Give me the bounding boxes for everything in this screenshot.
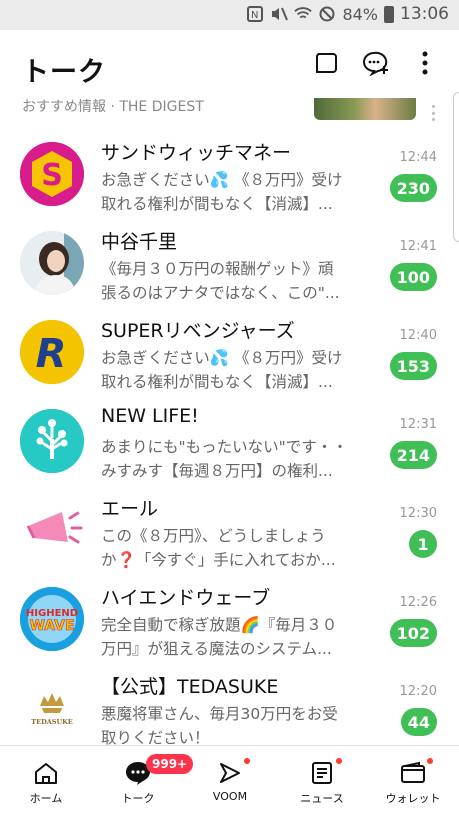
clock: 13:06 bbox=[400, 4, 449, 24]
bottom-tab-bar: ホーム トーク 999+ VOOM ニュース ウォレット bbox=[0, 745, 459, 816]
chat-row[interactable]: エール この《８万円》、どうしましょう か❓「今すぐ」手に入れておか... 12… bbox=[0, 486, 459, 575]
tab-wallet[interactable]: ウォレット bbox=[367, 746, 459, 816]
nfc-icon: N bbox=[246, 5, 264, 23]
chat-time: 12:30 bbox=[399, 506, 437, 521]
status-bar: N 84% 13:06 bbox=[0, 0, 459, 30]
tab-label: トーク bbox=[121, 792, 155, 805]
chat-row[interactable]: S サンドウィッチマネー お急ぎください💦 《８万円》受け 取れる権利が間もなく… bbox=[0, 130, 459, 219]
chat-row[interactable]: TEDASUKE 【公式】TEDASUKE 悪魔将軍さん、毎月30万円をお受 取… bbox=[0, 664, 459, 753]
chat-preview: この《８万円》、どうしましょう か❓「今すぐ」手に入れておか... bbox=[101, 527, 336, 569]
unread-badge: 102 bbox=[389, 619, 437, 647]
tab-home[interactable]: ホーム bbox=[0, 746, 92, 816]
unread-badge: 100 bbox=[389, 263, 437, 291]
tab-voom[interactable]: VOOM bbox=[184, 746, 276, 816]
digest-label[interactable]: おすすめ情報 · THE DIGEST bbox=[22, 96, 204, 116]
wifi-icon bbox=[294, 5, 313, 23]
avatar-text: WAVE bbox=[29, 618, 74, 634]
chat-name: 【公式】TEDASUKE bbox=[101, 676, 279, 698]
chat-name: エール bbox=[101, 498, 159, 520]
mute-icon bbox=[270, 5, 289, 23]
digest-more-icon[interactable] bbox=[428, 105, 438, 121]
digest-thumbnail[interactable] bbox=[314, 98, 416, 120]
header: トーク bbox=[0, 30, 459, 100]
tab-label: VOOM bbox=[212, 790, 248, 803]
chat-time: 12:44 bbox=[399, 150, 437, 165]
more-options-button[interactable] bbox=[410, 50, 440, 80]
chat-row[interactable]: R SUPERリベンジャーズ お急ぎください💦 《８万円》受け 取れる権利が間も… bbox=[0, 308, 459, 397]
tab-label: ニュース bbox=[300, 792, 344, 805]
tab-news[interactable]: ニュース bbox=[276, 746, 368, 816]
open-chat-button[interactable] bbox=[311, 50, 341, 80]
avatar-letter: R bbox=[36, 331, 67, 377]
chat-preview: あまりにも"もったいない"です・・ みすみす【毎週８万円】の権利... bbox=[101, 438, 348, 480]
avatar-letter: S bbox=[41, 158, 63, 193]
chat-name: NEW LIFE! bbox=[101, 405, 199, 427]
chat-row[interactable]: HIGHEND WAVE ハイエンドウェーブ 完全自動で稼ぎ放題🌈『毎月３０ 万… bbox=[0, 575, 459, 664]
avatar: HIGHEND WAVE bbox=[20, 587, 84, 651]
chat-row[interactable]: 中谷千里 《毎月３０万円の報酬ゲット》頑 張るのはアナタではなく、この"... … bbox=[0, 219, 459, 308]
home-icon bbox=[32, 760, 60, 786]
new-chat-icon bbox=[362, 50, 390, 80]
chat-name: ハイエンドウェーブ bbox=[101, 587, 271, 609]
kebab-menu-icon bbox=[422, 51, 428, 79]
unread-badge: 153 bbox=[389, 352, 437, 380]
new-dot bbox=[427, 758, 433, 764]
voom-icon bbox=[216, 758, 250, 786]
chat-time: 12:20 bbox=[399, 684, 437, 699]
avatar: TEDASUKE bbox=[20, 676, 84, 740]
tab-talk[interactable]: トーク 999+ bbox=[92, 746, 194, 816]
battery-icon bbox=[384, 5, 394, 23]
chat-preview: お急ぎください💦 《８万円》受け 取れる権利が間もなく【消滅】... bbox=[101, 171, 343, 213]
battery-percent: 84% bbox=[342, 4, 378, 24]
avatar bbox=[20, 409, 84, 473]
chat-time: 12:31 bbox=[399, 417, 437, 432]
page-title: トーク bbox=[22, 57, 106, 88]
unread-badge: 1 bbox=[409, 530, 437, 558]
chat-name: SUPERリベンジャーズ bbox=[101, 320, 295, 342]
new-dot bbox=[336, 758, 342, 764]
svg-text:N: N bbox=[251, 10, 258, 21]
unread-badge: 230 bbox=[389, 174, 437, 202]
chat-time: 12:41 bbox=[399, 239, 437, 254]
chat-preview: 完全自動で稼ぎ放題🌈『毎月３０ 万円』が狙える魔法のシステム... bbox=[101, 616, 338, 658]
avatar-text: TEDASUKE bbox=[31, 718, 72, 726]
avatar bbox=[20, 231, 84, 295]
avatar: R bbox=[20, 320, 84, 384]
avatar bbox=[20, 498, 84, 562]
chat-name: サンドウィッチマネー bbox=[101, 142, 292, 164]
unread-badge: 214 bbox=[389, 441, 437, 469]
avatar: S bbox=[20, 142, 84, 206]
unread-badge: 44 bbox=[400, 708, 437, 736]
chat-preview: 《毎月３０万円の報酬ゲット》頑 張るのはアナタではなく、この"... bbox=[101, 260, 340, 302]
chat-time: 12:26 bbox=[399, 595, 437, 610]
tab-label: ホーム bbox=[29, 792, 63, 805]
tab-label: ウォレット bbox=[385, 792, 441, 805]
chat-time: 12:40 bbox=[399, 328, 437, 343]
chat-preview: 悪魔将軍さん、毎月30万円をお受 取りください！ bbox=[101, 705, 338, 747]
chat-row[interactable]: NEW LIFE! あまりにも"もったいない"です・・ みすみす【毎週８万円】の… bbox=[0, 397, 459, 486]
chat-bubble-icon bbox=[314, 51, 338, 79]
chat-name: 中谷千里 bbox=[101, 231, 178, 253]
wallet-icon bbox=[399, 758, 433, 786]
news-icon bbox=[308, 758, 342, 786]
new-dot bbox=[244, 758, 250, 764]
no-signal-icon bbox=[318, 5, 336, 23]
chat-preview: お急ぎください💦 《８万円》受け 取れる権利が間もなく【消滅】... bbox=[101, 349, 343, 391]
new-chat-button[interactable] bbox=[361, 50, 391, 80]
